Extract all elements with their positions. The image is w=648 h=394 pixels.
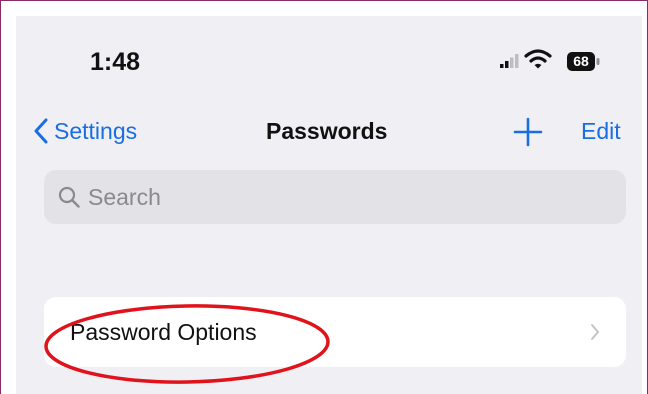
wifi-icon bbox=[524, 49, 552, 69]
settings-list: Password Options bbox=[44, 297, 626, 367]
signal-icon bbox=[500, 54, 519, 68]
search-input[interactable] bbox=[88, 183, 588, 211]
phone-screen: 1:48 68 Settings Passwords Edit Search P… bbox=[16, 16, 642, 394]
navigation-bar: Settings Passwords Edit bbox=[16, 111, 642, 151]
status-bar: 1:48 68 bbox=[16, 16, 642, 106]
back-button[interactable]: Settings bbox=[34, 111, 137, 151]
search-field[interactable] bbox=[44, 170, 626, 224]
status-time: 1:48 bbox=[90, 48, 141, 76]
search-icon bbox=[58, 186, 80, 208]
plus-icon[interactable] bbox=[513, 117, 543, 147]
edit-button[interactable]: Edit bbox=[581, 118, 621, 145]
page-title: Passwords bbox=[266, 118, 388, 144]
list-item-label: Password Options bbox=[70, 319, 257, 345]
chevron-right-icon bbox=[591, 324, 599, 340]
chevron-left-icon bbox=[34, 118, 48, 144]
back-button-label: Settings bbox=[54, 117, 138, 144]
battery-level: 68 bbox=[573, 53, 589, 69]
list-item-password-options[interactable]: Password Options bbox=[44, 297, 626, 367]
